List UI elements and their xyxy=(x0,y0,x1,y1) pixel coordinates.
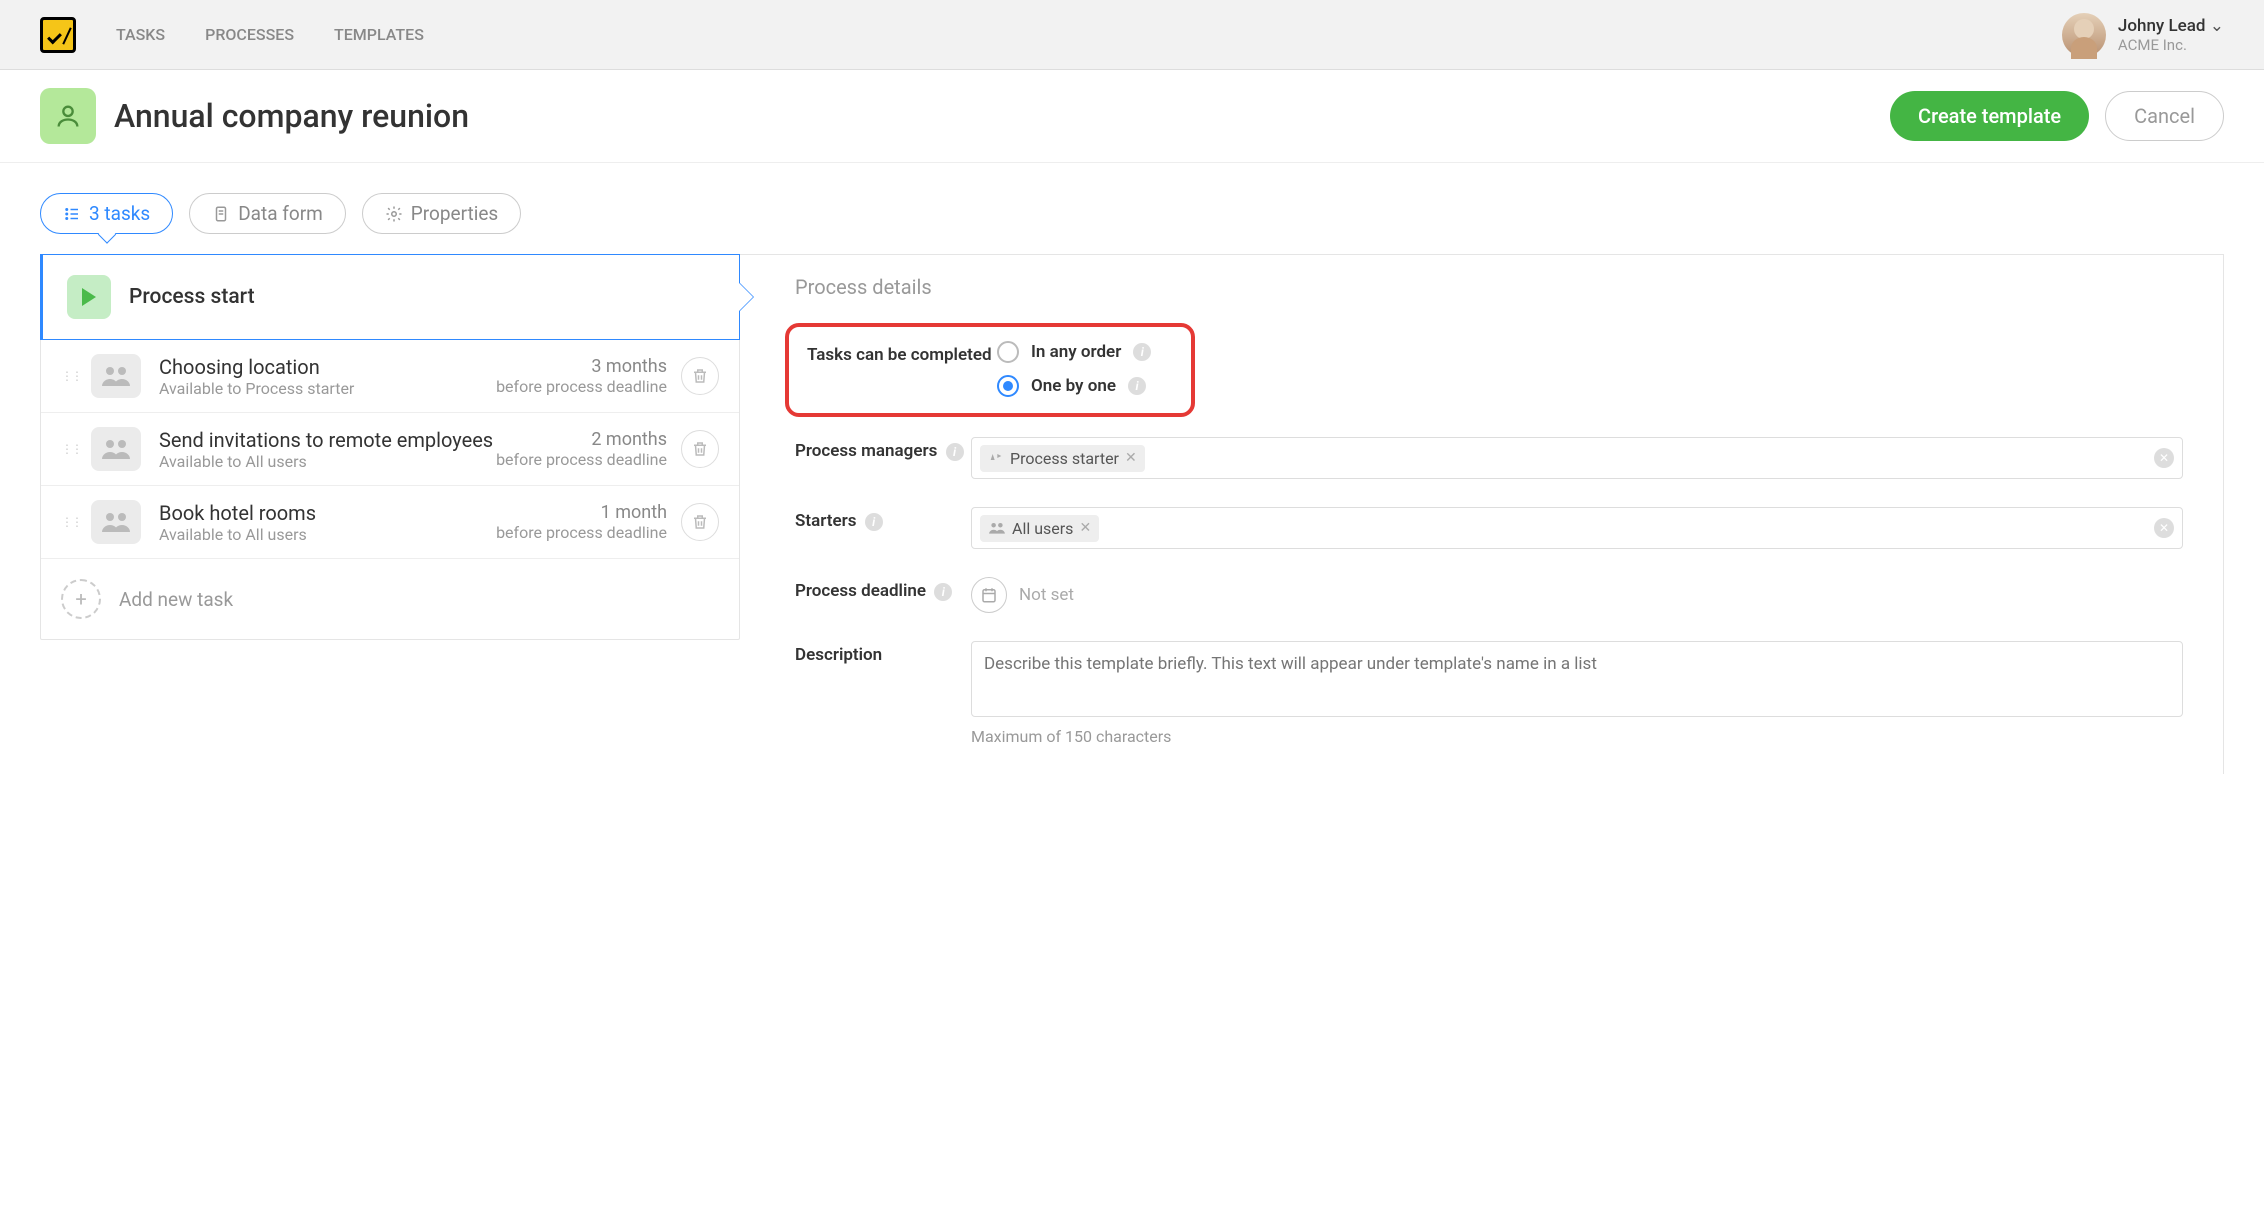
process-start-item[interactable]: Process start xyxy=(40,254,740,340)
task-deadline: 1 month xyxy=(496,502,667,523)
play-icon xyxy=(67,275,111,319)
managers-label: Process managers i xyxy=(795,437,971,461)
delete-task-button[interactable] xyxy=(681,503,719,541)
managers-input[interactable]: Process starter ✕ ✕ xyxy=(971,437,2183,479)
task-row[interactable]: Book hotel rooms Available to All users … xyxy=(41,485,739,558)
info-icon[interactable]: i xyxy=(946,443,964,461)
tab-properties-label: Properties xyxy=(411,202,498,225)
task-row[interactable]: Send invitations to remote employees Ava… xyxy=(41,412,739,485)
task-subtitle: Available to Process starter xyxy=(159,379,354,398)
add-task-button[interactable]: + Add new task xyxy=(41,558,739,639)
task-deadline-sub: before process deadline xyxy=(496,377,667,396)
nav-processes[interactable]: PROCESSES xyxy=(205,25,294,44)
starters-input[interactable]: All users ✕ ✕ xyxy=(971,507,2183,549)
task-deadline-sub: before process deadline xyxy=(496,450,667,469)
radio-icon xyxy=(997,341,1019,363)
radio-icon xyxy=(997,375,1019,397)
assignee-icon xyxy=(91,427,141,471)
assignee-icon xyxy=(91,500,141,544)
details-heading: Process details xyxy=(795,275,2183,299)
completion-label: Tasks can be completed xyxy=(807,341,997,365)
add-task-label: Add new task xyxy=(119,588,233,611)
info-icon[interactable]: i xyxy=(934,583,952,601)
tab-dataform-label: Data form xyxy=(238,202,323,225)
clear-input-icon[interactable]: ✕ xyxy=(2154,448,2174,468)
radio-one-by-one-label: One by one xyxy=(1031,376,1116,396)
radio-any-order[interactable]: In any order i xyxy=(997,341,1173,363)
task-deadline: 3 months xyxy=(496,356,667,377)
user-name: Johny Lead xyxy=(2118,16,2224,36)
user-menu[interactable]: Johny Lead ACME Inc. xyxy=(2062,13,2224,57)
info-icon[interactable]: i xyxy=(865,513,883,531)
app-logo[interactable] xyxy=(40,17,76,53)
starters-label: Starters i xyxy=(795,507,971,531)
page-title: Annual company reunion xyxy=(114,97,469,135)
tab-dataform[interactable]: Data form xyxy=(189,193,346,234)
info-icon[interactable]: i xyxy=(1133,343,1151,361)
drag-handle-icon[interactable] xyxy=(61,369,77,383)
manager-tag: Process starter ✕ xyxy=(980,445,1145,472)
description-label: Description xyxy=(795,641,971,665)
tab-tasks[interactable]: 3 tasks xyxy=(40,193,173,234)
deadline-value: Not set xyxy=(1019,585,1074,605)
description-hint: Maximum of 150 characters xyxy=(971,727,2183,746)
task-title: Send invitations to remote employees xyxy=(159,428,493,452)
remove-tag-icon[interactable]: ✕ xyxy=(1125,450,1137,466)
completion-mode-highlight: Tasks can be completed In any order i On… xyxy=(785,323,1195,417)
drag-handle-icon[interactable] xyxy=(61,515,77,529)
task-subtitle: Available to All users xyxy=(159,452,493,471)
deadline-label: Process deadline i xyxy=(795,577,971,601)
nav-templates[interactable]: TEMPLATES xyxy=(334,25,424,44)
user-org: ACME Inc. xyxy=(2118,36,2224,54)
tab-tasks-label: 3 tasks xyxy=(89,202,150,225)
task-title: Book hotel rooms xyxy=(159,501,316,525)
radio-any-order-label: In any order xyxy=(1031,342,1121,362)
delete-task-button[interactable] xyxy=(681,430,719,468)
cancel-button[interactable]: Cancel xyxy=(2105,91,2224,141)
radio-one-by-one[interactable]: One by one i xyxy=(997,375,1173,397)
task-deadline-sub: before process deadline xyxy=(496,523,667,542)
task-subtitle: Available to All users xyxy=(159,525,316,544)
calendar-icon[interactable] xyxy=(971,577,1007,613)
nav-tasks[interactable]: TASKS xyxy=(116,25,165,44)
clear-input-icon[interactable]: ✕ xyxy=(2154,518,2174,538)
task-deadline: 2 months xyxy=(496,429,667,450)
avatar xyxy=(2062,13,2106,57)
delete-task-button[interactable] xyxy=(681,357,719,395)
tab-properties[interactable]: Properties xyxy=(362,193,521,234)
task-row[interactable]: Choosing location Available to Process s… xyxy=(41,339,739,412)
create-template-button[interactable]: Create template xyxy=(1890,91,2089,141)
template-icon xyxy=(40,88,96,144)
process-start-label: Process start xyxy=(129,285,255,309)
drag-handle-icon[interactable] xyxy=(61,442,77,456)
plus-icon: + xyxy=(61,579,101,619)
task-title: Choosing location xyxy=(159,355,354,379)
description-input[interactable] xyxy=(971,641,2183,717)
remove-tag-icon[interactable]: ✕ xyxy=(1079,520,1091,536)
starter-tag: All users ✕ xyxy=(980,515,1099,542)
assignee-icon xyxy=(91,354,141,398)
info-icon[interactable]: i xyxy=(1128,377,1146,395)
